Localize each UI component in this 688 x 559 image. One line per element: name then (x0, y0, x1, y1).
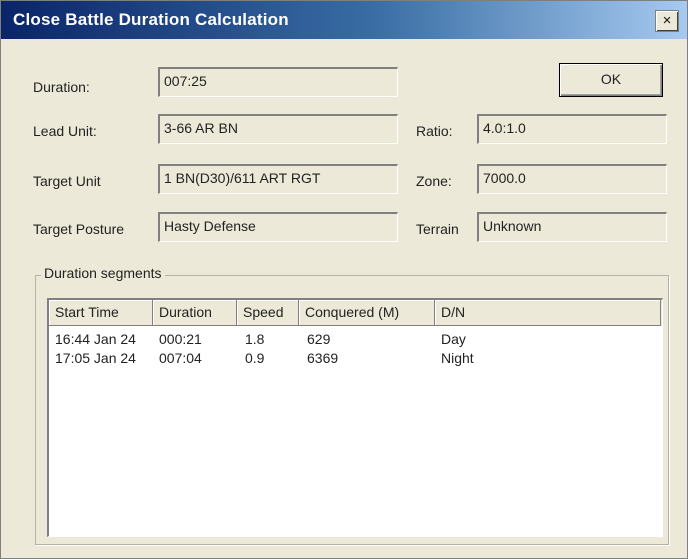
column-header-start-time[interactable]: Start Time (49, 300, 153, 326)
duration-segments-list[interactable]: Start Time Duration Speed Conquered (M) … (47, 298, 663, 537)
cell-conquered: 6369 (307, 350, 339, 366)
duration-label: Duration: (33, 79, 90, 95)
ratio-field: 4.0:1.0 (477, 114, 667, 144)
cell-start-time: 17:05 Jan 24 (55, 350, 136, 366)
column-header-conquered[interactable]: Conquered (M) (299, 300, 435, 326)
target-posture-field: Hasty Defense (158, 212, 398, 242)
window-title: Close Battle Duration Calculation (13, 10, 289, 29)
target-unit-label: Target Unit (33, 173, 101, 189)
zone-label: Zone: (416, 173, 452, 189)
terrain-field: Unknown (477, 212, 667, 242)
target-unit-field: 1 BN(D30)/611 ART RGT (158, 164, 398, 194)
table-row[interactable]: 17:05 Jan 24 007:04 0.9 6369 Night (49, 348, 662, 368)
column-header-duration[interactable]: Duration (153, 300, 237, 326)
duration-segments-title: Duration segments (41, 265, 165, 281)
lead-unit-label: Lead Unit: (33, 123, 97, 139)
table-row[interactable]: 16:44 Jan 24 000:21 1.8 629 Day (49, 329, 662, 349)
cell-start-time: 16:44 Jan 24 (55, 331, 136, 347)
cell-conquered: 629 (307, 331, 331, 347)
list-header: Start Time Duration Speed Conquered (M) … (49, 300, 662, 326)
dialog-window: Close Battle Duration Calculation × Dura… (0, 0, 688, 559)
close-button[interactable]: × (655, 10, 679, 32)
cell-dn: Day (441, 331, 466, 347)
duration-field: 007:25 (158, 67, 398, 97)
terrain-label: Terrain (416, 221, 459, 237)
title-bar[interactable]: Close Battle Duration Calculation × (1, 1, 687, 39)
column-header-speed[interactable]: Speed (237, 300, 299, 326)
target-posture-label: Target Posture (33, 221, 125, 237)
cell-speed: 1.8 (245, 331, 265, 347)
ok-button[interactable]: OK (559, 63, 663, 97)
lead-unit-field: 3-66 AR BN (158, 114, 398, 144)
cell-duration: 000:21 (159, 331, 202, 347)
column-header-dn[interactable]: D/N (435, 300, 661, 326)
cell-speed: 0.9 (245, 350, 265, 366)
zone-field: 7000.0 (477, 164, 667, 194)
ratio-label: Ratio: (416, 123, 453, 139)
cell-dn: Night (441, 350, 474, 366)
cell-duration: 007:04 (159, 350, 202, 366)
